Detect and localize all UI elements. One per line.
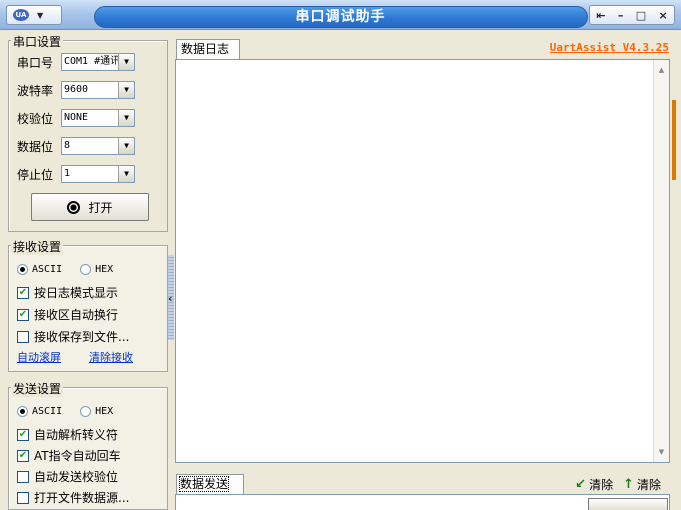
receive-option-auto-wrap[interactable]: ✔ 接收区自动换行 [17, 306, 118, 323]
databits-value: 8 [64, 140, 71, 151]
receive-settings-legend: 接收设置 [11, 238, 64, 255]
checkbox-checked[interactable]: ✔ [17, 286, 29, 299]
port-select[interactable]: COM1 #通讯 ▼ [61, 53, 135, 71]
databits-label: 数据位 [17, 139, 54, 154]
stopbits-label: 停止位 [17, 167, 54, 182]
chevron-down-icon[interactable]: ▼ [118, 82, 134, 98]
receive-settings-group: 接收设置 ASCII HEX ✔ 按日志模式显示 ✔ 接收区自动换行 接收保存到… [8, 238, 168, 372]
send-actions: ↙ 清除 ↑ 清除 [575, 476, 661, 493]
log-scrollbar[interactable]: ▲ ▼ [653, 60, 669, 462]
checkbox-checked[interactable]: ✔ [17, 308, 29, 321]
baud-select[interactable]: 9600 ▼ [61, 81, 135, 99]
receive-option-label: 接收区自动换行 [34, 308, 119, 322]
title-bar: UA ▼ 串口调试助手 ⇤ – □ × [0, 0, 681, 30]
receive-option-label: 接收保存到文件... [34, 330, 130, 344]
data-log-area[interactable]: ▲ ▼ [175, 59, 670, 463]
parity-value: NONE [64, 112, 89, 123]
stopbits-row: 停止位 1 ▼ [17, 165, 135, 183]
clear-send-label: 清除 [589, 478, 614, 492]
port-row: 串口号 COM1 #通讯 ▼ [17, 53, 135, 71]
receive-hex-label: HEX [95, 264, 114, 275]
chevron-down-icon[interactable]: ▼ [118, 138, 134, 154]
receive-ascii-radio[interactable] [17, 264, 28, 275]
send-hex-label: HEX [95, 406, 114, 417]
open-port-label: 打开 [88, 200, 113, 215]
serial-settings-group: 串口设置 串口号 COM1 #通讯 ▼ 波特率 9600 ▼ 校验位 NONE ▼ 数… [8, 33, 168, 232]
receive-ascii-label: ASCII [32, 264, 63, 275]
send-settings-group: 发送设置 ASCII HEX ✔ 自动解析转义符 ✔ AT指令自动回车 自动发送… [8, 380, 168, 510]
send-hex-radio[interactable] [80, 406, 92, 417]
minimize-button[interactable]: – [618, 9, 624, 22]
version-label[interactable]: UartAssist V4.3.25 [550, 41, 669, 54]
port-value: COM1 #通讯 [64, 56, 121, 67]
parity-label: 校验位 [17, 111, 54, 126]
side-accent-bar [672, 100, 676, 180]
tab-data-send-label: 数据发送 [178, 476, 230, 492]
clear-history-button[interactable]: ↑ 清除 [623, 476, 661, 493]
chevron-down-icon[interactable]: ▼ [118, 110, 134, 126]
receive-format-row: ASCII HEX [17, 264, 113, 275]
maximize-button[interactable]: □ [636, 9, 646, 22]
parity-row: 校验位 NONE ▼ [17, 109, 135, 127]
databits-row: 数据位 8 ▼ [17, 137, 135, 155]
window-title: 串口调试助手 [295, 9, 386, 25]
receive-option-log-mode[interactable]: ✔ 按日志模式显示 [17, 284, 118, 301]
chevron-down-icon[interactable]: ▼ [118, 166, 134, 182]
clear-receive-link[interactable]: 清除接收 [89, 349, 133, 365]
parity-select[interactable]: NONE ▼ [61, 109, 135, 127]
port-label: 串口号 [17, 55, 54, 70]
tab-data-send[interactable]: 数据发送 [176, 474, 244, 494]
auto-scroll-link[interactable]: 自动滚屏 [17, 349, 61, 365]
baud-value: 9600 [64, 84, 89, 95]
scroll-down-icon[interactable]: ▼ [654, 444, 669, 460]
send-option-file-source[interactable]: 打开文件数据源... [17, 489, 129, 506]
window-controls: ⇤ – □ × [589, 5, 675, 25]
pin-icon[interactable]: ⇤ [596, 9, 605, 22]
checkbox-checked[interactable]: ✔ [17, 428, 29, 441]
send-button[interactable] [588, 498, 668, 510]
send-option-label: 自动解析转义符 [34, 428, 119, 442]
checkbox-unchecked[interactable] [17, 491, 29, 504]
checkbox-unchecked[interactable] [17, 330, 29, 343]
send-option-at-cr[interactable]: ✔ AT指令自动回车 [17, 447, 121, 464]
send-option-escape[interactable]: ✔ 自动解析转义符 [17, 426, 118, 443]
stopbits-value: 1 [64, 168, 71, 179]
collapse-arrow-icon[interactable]: ‹ [168, 292, 173, 305]
clear-history-label: 清除 [636, 478, 661, 492]
status-dot-icon [67, 200, 81, 214]
databits-select[interactable]: 8 ▼ [61, 137, 135, 155]
tab-data-log[interactable]: 数据日志 [176, 39, 240, 59]
send-format-row: ASCII HEX [17, 406, 113, 417]
receive-hex-radio[interactable] [80, 264, 92, 275]
serial-settings-legend: 串口设置 [11, 33, 64, 50]
arrow-down-left-icon: ↙ [575, 477, 587, 492]
receive-option-save-file[interactable]: 接收保存到文件... [17, 328, 129, 345]
send-ascii-label: ASCII [32, 406, 63, 417]
arrow-up-icon: ↑ [623, 477, 634, 492]
chevron-down-icon[interactable]: ▼ [118, 54, 134, 70]
receive-option-label: 按日志模式显示 [34, 286, 119, 300]
close-button[interactable]: × [659, 9, 668, 22]
stopbits-select[interactable]: 1 ▼ [61, 165, 135, 183]
baud-row: 波特率 9600 ▼ [17, 81, 135, 99]
send-option-label: 自动发送校验位 [34, 470, 119, 484]
checkbox-unchecked[interactable] [17, 470, 29, 483]
send-settings-legend: 发送设置 [11, 380, 64, 397]
send-option-label: 打开文件数据源... [34, 491, 130, 505]
checkbox-checked[interactable]: ✔ [17, 449, 29, 462]
send-option-checksum[interactable]: 自动发送校验位 [17, 468, 118, 485]
send-option-label: AT指令自动回车 [34, 449, 121, 463]
baud-label: 波特率 [17, 83, 54, 98]
send-ascii-radio[interactable] [17, 406, 28, 417]
scroll-up-icon[interactable]: ▲ [654, 62, 669, 78]
open-port-button[interactable]: 打开 [31, 193, 149, 221]
clear-send-button[interactable]: ↙ 清除 [575, 476, 613, 493]
